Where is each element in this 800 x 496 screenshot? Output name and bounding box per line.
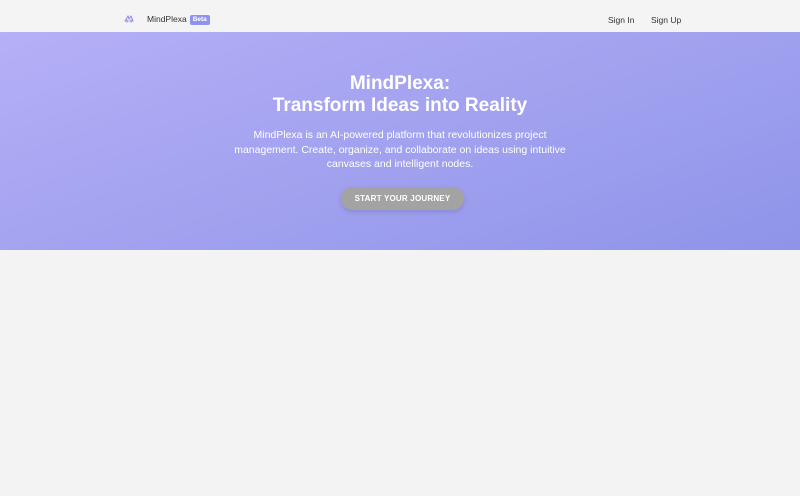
hero-title: MindPlexa: Transform Ideas into Reality xyxy=(0,73,800,117)
hero-section: MindPlexa: Transform Ideas into Reality … xyxy=(0,32,800,250)
sign-in-link[interactable]: Sign In xyxy=(608,15,634,25)
beta-badge: Beta xyxy=(189,14,210,25)
landing-page: MindPlexa Beta Sign In Sign Up MindPlexa… xyxy=(0,0,800,496)
top-nav-bar: MindPlexa Beta Sign In Sign Up xyxy=(0,0,800,32)
sign-up-link[interactable]: Sign Up xyxy=(651,15,681,25)
brand-name: MindPlexa xyxy=(147,14,187,24)
start-journey-button[interactable]: START YOUR JOURNEY xyxy=(341,187,464,210)
logo-icon[interactable] xyxy=(123,13,135,25)
hero-description: MindPlexa is an AI-powered platform that… xyxy=(234,129,566,170)
main-content-area xyxy=(0,250,800,496)
brand[interactable]: MindPlexa Beta xyxy=(147,14,210,25)
hero-title-line-2: Transform Ideas into Reality xyxy=(272,95,528,116)
hero-title-line-1: MindPlexa: xyxy=(349,73,451,94)
